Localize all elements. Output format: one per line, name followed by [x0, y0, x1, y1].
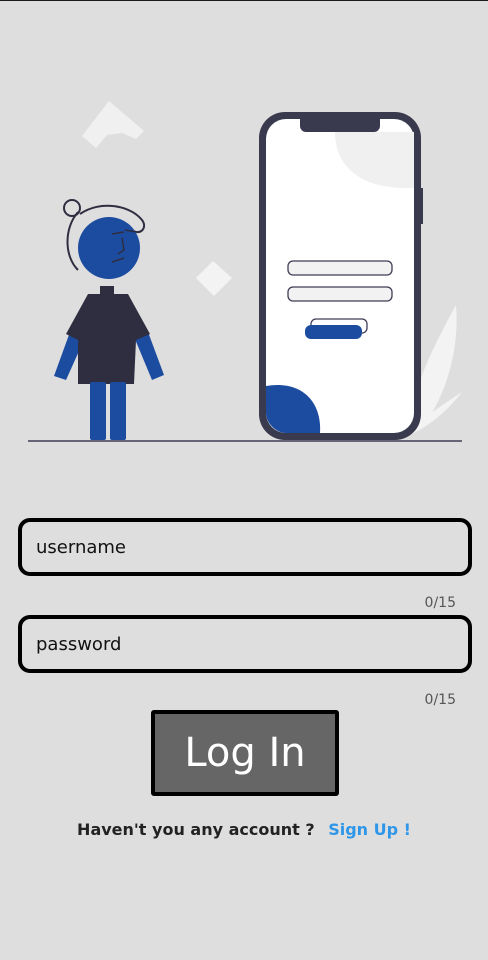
signup-prompt-text: Haven't you any account ?	[77, 820, 315, 839]
signup-link[interactable]: Sign Up !	[328, 820, 411, 839]
username-field-container[interactable]	[18, 518, 472, 576]
password-field-container[interactable]	[18, 615, 472, 673]
decorative-shape-left	[82, 101, 144, 148]
login-illustration	[28, 101, 462, 442]
password-char-counter: 0/15	[424, 692, 456, 708]
login-button[interactable]: Log In	[151, 710, 339, 796]
username-input[interactable]	[34, 535, 468, 559]
signup-prompt-row: Haven't you any account ? Sign Up !	[0, 820, 488, 839]
phone-illustration	[259, 112, 423, 440]
decorative-diamond	[196, 261, 232, 296]
person-illustration	[54, 199, 164, 440]
password-input[interactable]	[34, 632, 468, 656]
top-border	[0, 0, 488, 1]
username-char-counter: 0/15	[424, 595, 456, 611]
